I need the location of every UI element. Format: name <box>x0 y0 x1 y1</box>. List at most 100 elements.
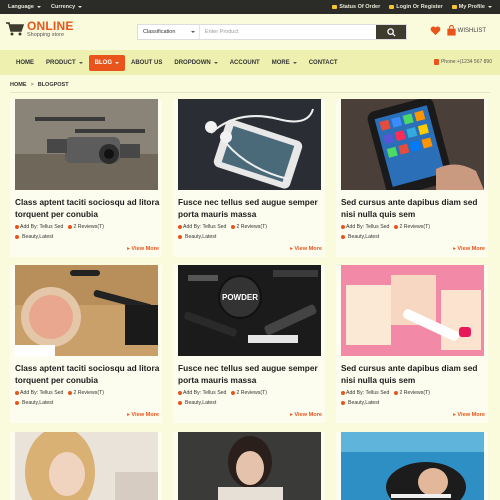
blog-meta: Add By: Tellus Sed 2 Reviews(T) <box>178 390 267 396</box>
breadcrumb: HOME > BLOGPOST <box>10 82 69 88</box>
blog-title[interactable]: Class aptent taciti sociosqu ad litora t… <box>15 363 163 386</box>
breadcrumb-home[interactable]: HOME <box>10 82 27 88</box>
category-select[interactable]: Classification <box>138 25 200 39</box>
nav-account[interactable]: ACCOUNT <box>224 55 266 71</box>
blog-meta: Add By: Tellus Sed 2 Reviews(T) <box>341 390 430 396</box>
view-more-link[interactable]: ▸ View More <box>290 246 322 252</box>
blog-title[interactable]: Sed cursus ante dapibus diam sed nisi nu… <box>341 363 489 386</box>
blog-tags[interactable]: Beauty,Latest <box>22 400 53 406</box>
blog-meta: Add By: Tellus Sed 2 Reviews(T) <box>178 224 267 230</box>
comment-icon <box>394 225 399 229</box>
blog-thumbnail-cosmetics-powder[interactable]: POWDER <box>178 265 321 356</box>
phone-icon <box>433 59 439 65</box>
blog-thumbnail-smartphone-apps[interactable] <box>341 99 484 190</box>
blog-card: Sed cursus ante dapibus diam sed nisi nu… <box>336 265 488 423</box>
tag-icon <box>178 401 182 405</box>
blog-tags[interactable]: Beauty,Latest <box>348 400 379 406</box>
blog-author: Add By: Tellus Sed <box>183 390 227 396</box>
header: ONLINE Shopping store Classification Ent… <box>0 14 500 50</box>
blog-tags[interactable]: Beauty,Latest <box>185 234 216 240</box>
blog-tags[interactable]: Beauty,Latest <box>348 234 379 240</box>
heart-icon[interactable] <box>430 26 441 36</box>
nav-more-label: MORE <box>271 59 290 66</box>
blog-tags[interactable]: Beauty,Latest <box>185 400 216 406</box>
breadcrumb-separator: > <box>30 82 34 88</box>
nav-dropdown[interactable]: DROPDOWN <box>168 55 223 71</box>
wishlist-button[interactable]: WISHLIST <box>446 25 486 36</box>
cart-logo-icon <box>6 22 24 36</box>
nav-blog-label: BLOG <box>94 59 113 66</box>
blog-card <box>336 432 488 500</box>
blog-title[interactable]: Class aptent taciti sociosqu ad litora t… <box>15 197 163 220</box>
blog-title[interactable]: Sed cursus ante dapibus diam sed nisi nu… <box>341 197 489 220</box>
comment-icon <box>231 225 236 229</box>
phone-info: Phone:+(1234 567 890 <box>433 59 492 65</box>
truck-icon <box>332 5 338 9</box>
blog-thumbnail-pink-tubes[interactable] <box>341 265 484 356</box>
tag-icon <box>15 235 19 239</box>
view-more-link[interactable]: ▸ View More <box>127 246 159 252</box>
blog-title[interactable]: Fusce nec tellus sed augue semper porta … <box>178 363 326 386</box>
blog-tags-row: Beauty,Latest <box>178 400 216 406</box>
blog-thumbnail-woman-blonde[interactable] <box>15 432 158 500</box>
order-status-link[interactable]: Status Of Order <box>332 4 380 10</box>
blog-card <box>173 432 325 500</box>
nav-about-us[interactable]: ABOUT US <box>125 55 168 71</box>
phone-number: Phone:+(1234 567 890 <box>440 59 492 65</box>
nav-more[interactable]: MORE <box>266 55 303 71</box>
login-link[interactable]: Login Or Register <box>389 4 443 10</box>
svg-text:POWDER: POWDER <box>222 293 258 302</box>
profile-dropdown[interactable]: My Profile <box>451 4 492 10</box>
language-label: Language <box>8 4 34 10</box>
chevron-down-icon <box>78 61 83 64</box>
order-status-label: Status Of Order <box>339 4 381 10</box>
breadcrumb-current: BLOGPOST <box>37 82 69 88</box>
blog-reviews[interactable]: 2 Reviews(T) <box>236 224 267 230</box>
blog-tags[interactable]: Beauty,Latest <box>22 234 53 240</box>
tag-icon <box>178 235 182 239</box>
user-icon <box>15 391 19 395</box>
currency-dropdown[interactable]: Currency <box>50 4 83 10</box>
blog-title[interactable]: Fusce nec tellus sed augue semper porta … <box>178 197 326 220</box>
blog-author: Add By: Tellus Sed <box>183 224 227 230</box>
blog-thumbnail-woman-pool[interactable] <box>341 432 484 500</box>
user-icon <box>341 225 345 229</box>
currency-label: Currency <box>50 4 76 10</box>
tag-icon <box>341 401 345 405</box>
chevron-down-icon <box>292 61 297 64</box>
logo-title: ONLINE <box>27 19 74 33</box>
user-icon <box>178 391 182 395</box>
chevron-down-icon <box>115 61 120 64</box>
search-input[interactable]: Enter Product <box>200 29 376 35</box>
view-more-link[interactable]: ▸ View More <box>127 412 159 418</box>
chevron-down-icon <box>488 6 492 8</box>
logo[interactable]: ONLINE Shopping store <box>6 20 74 38</box>
view-more-link[interactable]: ▸ View More <box>453 412 485 418</box>
nav-home[interactable]: HOME <box>10 55 40 71</box>
blog-author: Add By: Tellus Sed <box>346 390 390 396</box>
blog-meta: Add By: Tellus Sed 2 Reviews(T) <box>15 224 104 230</box>
profile-label: My Profile <box>458 4 485 10</box>
blog-thumbnail-drone[interactable] <box>15 99 158 190</box>
search-bar: Classification Enter Product <box>137 24 407 40</box>
view-more-link[interactable]: ▸ View More <box>453 246 485 252</box>
view-more-link[interactable]: ▸ View More <box>290 412 322 418</box>
blog-reviews[interactable]: 2 Reviews(T) <box>236 390 267 396</box>
nav-product-label: PRODUCT <box>46 59 76 66</box>
nav-contact[interactable]: CONTACT <box>303 55 344 71</box>
nav-product[interactable]: PRODUCT <box>40 55 89 71</box>
shopping-bag-icon <box>447 25 456 36</box>
search-icon <box>386 27 396 37</box>
blog-author: Add By: Tellus Sed <box>20 224 64 230</box>
blog-thumbnail-woman-jacket[interactable] <box>178 432 321 500</box>
blog-reviews[interactable]: 2 Reviews(T) <box>73 224 104 230</box>
blog-thumbnail-makeup-brushes[interactable] <box>15 265 158 356</box>
login-label: Login Or Register <box>396 4 443 10</box>
blog-reviews[interactable]: 2 Reviews(T) <box>399 224 430 230</box>
blog-reviews[interactable]: 2 Reviews(T) <box>399 390 430 396</box>
nav-blog[interactable]: BLOG <box>88 54 126 71</box>
language-dropdown[interactable]: Language <box>8 4 41 10</box>
search-button[interactable] <box>376 25 406 39</box>
blog-reviews[interactable]: 2 Reviews(T) <box>73 390 104 396</box>
blog-thumbnail-phone-earbuds[interactable] <box>178 99 321 190</box>
